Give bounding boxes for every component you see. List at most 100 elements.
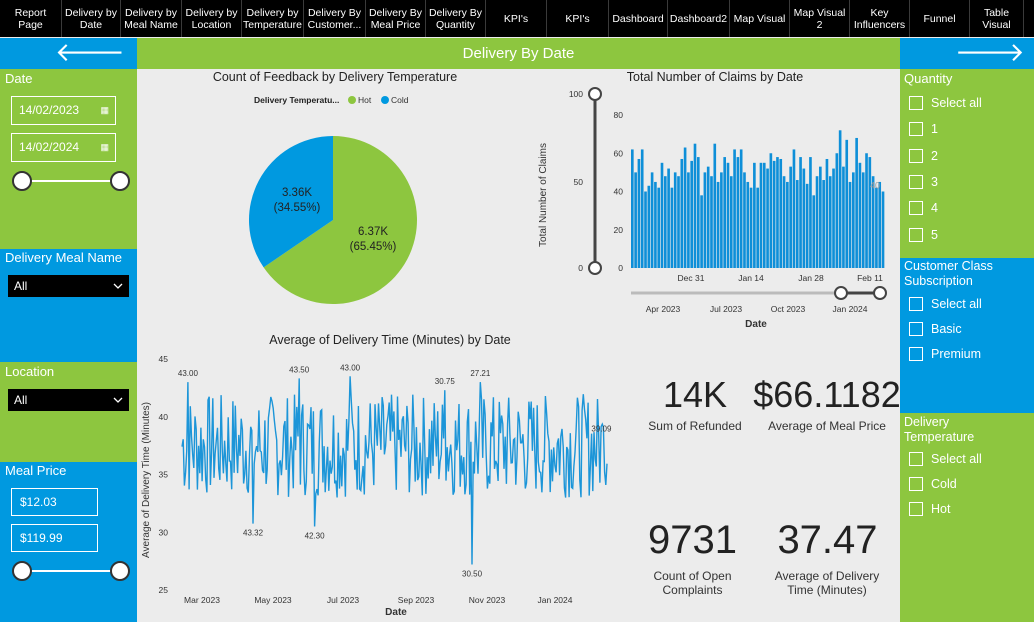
bar[interactable] (855, 137, 858, 268)
bar[interactable] (683, 147, 687, 268)
checkbox[interactable] (909, 477, 923, 491)
tab-14[interactable]: Key Influencers (850, 0, 910, 37)
tab-8[interactable]: KPI's (486, 0, 547, 37)
tab-10[interactable]: Dashboard (609, 0, 668, 37)
bar[interactable] (667, 168, 670, 268)
max-price-input[interactable]: $119.99 (11, 524, 98, 552)
bar[interactable] (640, 149, 644, 268)
bar[interactable] (802, 168, 806, 268)
bar[interactable] (852, 172, 855, 268)
quantity-option[interactable]: 2 (909, 148, 938, 163)
bar[interactable] (729, 176, 733, 268)
bar[interactable] (634, 172, 637, 268)
date-range-slider[interactable] (12, 171, 130, 191)
bar[interactable] (700, 195, 703, 268)
slider-end-handle[interactable] (110, 171, 130, 191)
location-dropdown[interactable]: All (8, 389, 129, 411)
bar[interactable] (819, 166, 822, 268)
quantity-option[interactable]: 4 (909, 201, 938, 216)
bar[interactable] (868, 157, 872, 268)
bar[interactable] (723, 157, 727, 268)
slider-start-handle[interactable] (12, 561, 32, 581)
bar[interactable] (703, 172, 707, 268)
customer-option[interactable]: Basic (909, 322, 962, 336)
start-date-input[interactable]: 14/02/2023 ▦ (11, 96, 116, 125)
bar[interactable] (878, 181, 882, 268)
bar[interactable] (746, 181, 750, 268)
tab-6[interactable]: Delivery By Meal Price (366, 0, 426, 37)
bar[interactable] (631, 149, 634, 268)
bar[interactable] (736, 157, 740, 268)
bar[interactable] (663, 176, 667, 268)
tab-11[interactable]: Dashboard2 (668, 0, 730, 37)
bar[interactable] (743, 172, 746, 268)
customer-option[interactable]: Premium (909, 347, 981, 361)
price-range-slider[interactable] (12, 561, 130, 581)
checkbox[interactable] (909, 322, 923, 336)
tab-5[interactable]: Delivery By Customer... (304, 0, 366, 37)
bar[interactable] (673, 172, 677, 268)
bar[interactable] (766, 168, 769, 268)
bar[interactable] (657, 187, 661, 268)
bar[interactable] (637, 158, 641, 268)
bar[interactable] (690, 160, 694, 268)
bar[interactable] (842, 166, 845, 268)
x-range-slider-handle[interactable] (834, 286, 848, 300)
bar[interactable] (726, 162, 730, 268)
bar[interactable] (799, 157, 802, 268)
bar[interactable] (861, 172, 865, 268)
checkbox[interactable] (909, 122, 923, 137)
tab-4[interactable]: Delivery by Temperature (242, 0, 304, 37)
bar[interactable] (779, 158, 783, 268)
quantity-option[interactable]: 3 (909, 174, 938, 189)
x-range-slider-handle[interactable] (873, 286, 887, 300)
tab-7[interactable]: Delivery By Quantity (426, 0, 486, 37)
quantity-option[interactable]: 5 (909, 227, 938, 242)
calendar-icon[interactable]: ▦ (100, 97, 109, 124)
checkbox[interactable] (909, 96, 923, 110)
temperature-option[interactable]: Select all (909, 452, 982, 466)
bar[interactable] (805, 183, 809, 268)
customer-option[interactable]: Select all (909, 297, 982, 311)
checkbox[interactable] (909, 227, 923, 242)
checkbox[interactable] (909, 174, 923, 189)
bar[interactable] (739, 149, 743, 268)
checkbox[interactable] (909, 201, 923, 216)
bar[interactable] (832, 168, 835, 268)
tab-15[interactable]: Funnel (910, 0, 970, 37)
tab-3[interactable]: Delivery by Location (182, 0, 242, 37)
bar[interactable] (660, 162, 664, 268)
bar[interactable] (680, 158, 684, 268)
bar[interactable] (772, 160, 776, 268)
bar[interactable] (881, 191, 885, 269)
bar[interactable] (815, 176, 819, 268)
checkbox[interactable] (909, 148, 923, 163)
bar[interactable] (710, 176, 713, 268)
bar[interactable] (789, 166, 792, 268)
bar[interactable] (848, 181, 852, 268)
forward-arrow-icon[interactable]: 🡒 (955, 40, 1025, 66)
bar[interactable] (762, 162, 766, 268)
y-range-slider-handle[interactable] (588, 261, 602, 275)
bar[interactable] (845, 139, 849, 268)
bar[interactable] (716, 181, 720, 268)
tab-16[interactable]: Table Visual (970, 0, 1024, 37)
y-range-slider-handle[interactable] (588, 87, 602, 101)
checkbox[interactable] (909, 297, 923, 311)
tab-0[interactable]: Report Page (0, 0, 62, 37)
bar[interactable] (696, 157, 700, 268)
back-arrow-icon[interactable]: 🡐 (55, 40, 125, 66)
bar[interactable] (749, 187, 753, 268)
tab-12[interactable]: Map Visual (730, 0, 790, 37)
bar[interactable] (713, 143, 717, 268)
tab-1[interactable]: Delivery by Date (62, 0, 121, 37)
temperature-option[interactable]: Cold (909, 477, 957, 491)
bar[interactable] (670, 187, 674, 268)
meal-name-dropdown[interactable]: All (8, 275, 129, 297)
bar[interactable] (753, 162, 756, 268)
bar[interactable] (838, 130, 842, 268)
quantity-option[interactable]: Select all (909, 96, 982, 110)
tab-13[interactable]: Map Visual 2 (790, 0, 850, 37)
bar[interactable] (809, 157, 812, 268)
bar[interactable] (858, 162, 862, 268)
